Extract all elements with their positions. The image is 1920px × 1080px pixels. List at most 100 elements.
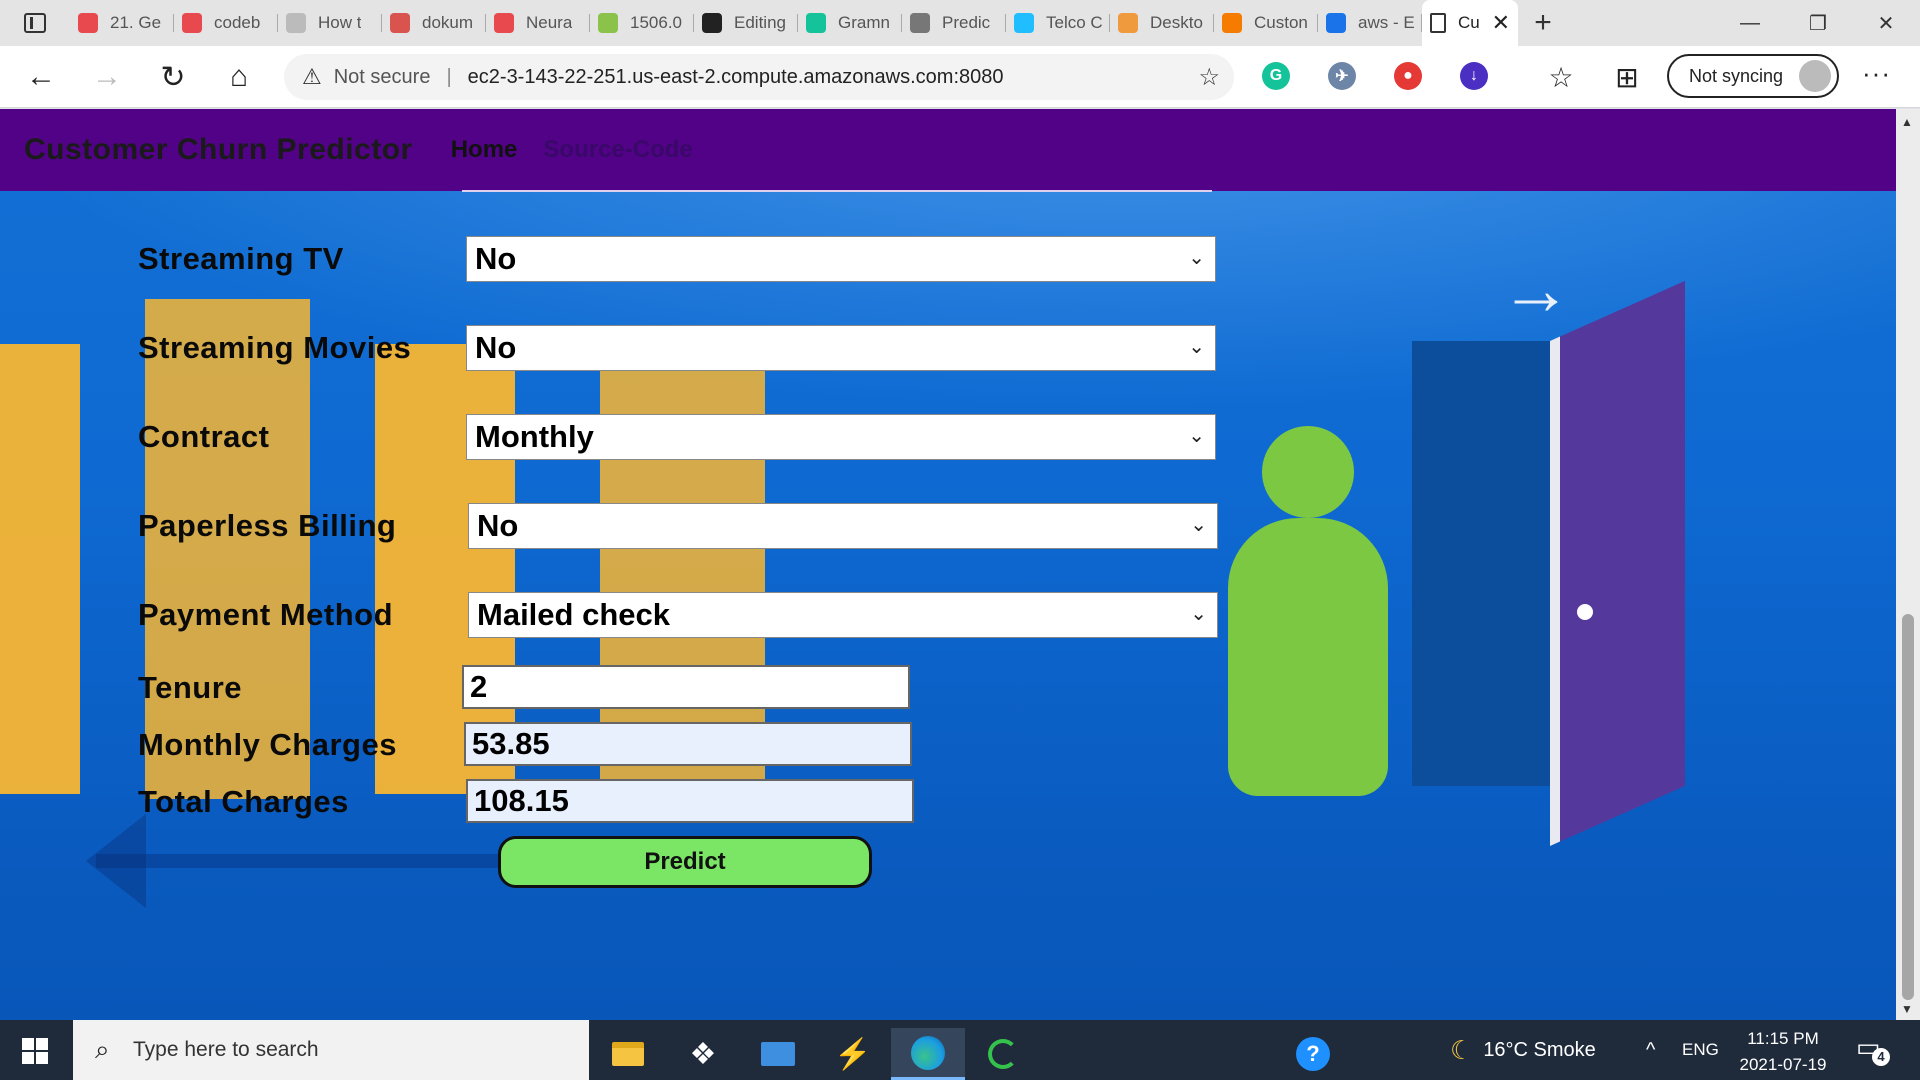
pen-app-icon[interactable]: ⚡ xyxy=(816,1028,890,1080)
chevron-down-icon: ⌄ xyxy=(1188,247,1205,269)
browser-tab[interactable]: Neura xyxy=(486,0,590,46)
monthly-charges-value: 53.85 xyxy=(472,726,550,761)
tab-title: Neura xyxy=(526,13,573,32)
address-bar[interactable]: ⚠ Not secure | ec2-3-143-22-251.us-east-… xyxy=(284,54,1234,100)
address-separator: | xyxy=(446,65,452,88)
monthly-charges-input[interactable]: 53.85 xyxy=(464,722,912,766)
payment-method-select[interactable]: Mailed check ⌄ xyxy=(468,592,1218,638)
total-charges-value: 108.15 xyxy=(474,783,569,818)
pokeball-extension-icon[interactable]: ● xyxy=(1394,62,1422,90)
browser-tab[interactable]: 21. Ge xyxy=(70,0,174,46)
browser-tab[interactable]: codeb xyxy=(174,0,278,46)
search-icon: ⌕ xyxy=(95,1034,110,1064)
show-hidden-icons-chevron-icon[interactable]: ^ xyxy=(1646,1020,1655,1080)
streaming-movies-value: No xyxy=(475,330,517,365)
scrollbar-thumb[interactable] xyxy=(1902,614,1914,1000)
browser-tab[interactable]: Deskto xyxy=(1110,0,1214,46)
scroll-down-icon[interactable]: ▼ xyxy=(1901,1002,1913,1016)
help-icon[interactable]: ? xyxy=(1276,1028,1350,1080)
restore-button[interactable]: ❐ xyxy=(1784,0,1852,46)
home-button[interactable]: ⌂ xyxy=(218,56,260,98)
grammarly-extension-icon[interactable]: G xyxy=(1262,62,1290,90)
profile-sync-button[interactable]: Not syncing xyxy=(1667,54,1839,98)
loading-app-icon[interactable] xyxy=(966,1028,1040,1080)
youtube-icon xyxy=(78,13,98,33)
file-explorer-icon[interactable] xyxy=(591,1028,665,1080)
contract-value: Monthly xyxy=(475,419,594,454)
contract-label: Contract xyxy=(138,419,270,454)
streaming-tv-value: No xyxy=(475,241,517,276)
tab-title: dokum xyxy=(422,13,474,32)
paperless-billing-value: No xyxy=(477,508,519,543)
satellite-extension-icon[interactable]: ✈ xyxy=(1328,62,1356,90)
url-text[interactable]: ec2-3-143-22-251.us-east-2.compute.amazo… xyxy=(468,66,1004,89)
nav-link-source-code[interactable]: Source-Code xyxy=(543,136,692,164)
chevron-down-icon: ⌄ xyxy=(1188,425,1205,447)
tenure-input[interactable]: 2 xyxy=(462,665,910,709)
payment-method-value: Mailed check xyxy=(477,597,670,632)
browser-tab[interactable]: Editing xyxy=(694,0,798,46)
edge-browser-icon[interactable] xyxy=(891,1028,965,1080)
browser-tab[interactable]: dokum xyxy=(382,0,486,46)
navbar-divider xyxy=(462,190,1212,192)
chevron-down-icon: ⌄ xyxy=(1188,336,1205,358)
total-charges-input[interactable]: 108.15 xyxy=(466,779,914,823)
arrow-right-icon: → xyxy=(1500,250,1572,330)
browser-tab[interactable]: Custon xyxy=(1214,0,1318,46)
youtube-icon xyxy=(182,13,202,33)
favorites-icon[interactable]: ☆ xyxy=(1540,56,1582,98)
browser-tab[interactable]: Predic xyxy=(902,0,1006,46)
browser-tab[interactable]: How t xyxy=(278,0,382,46)
notifications-icon[interactable]: ▭ 4 xyxy=(1856,1032,1890,1066)
app-brand[interactable]: Customer Churn Predictor xyxy=(24,133,413,167)
moon-icon: ☾ xyxy=(1450,1034,1474,1065)
browser-tab[interactable]: 1506.0 xyxy=(590,0,694,46)
streaming-tv-select[interactable]: No ⌄ xyxy=(466,236,1216,282)
security-status[interactable]: Not secure xyxy=(334,66,431,89)
streaming-movies-label: Streaming Movies xyxy=(138,330,412,365)
system-clock[interactable]: 11:15 PM 2021-07-19 xyxy=(1728,1026,1838,1078)
download-extension-icon[interactable]: ↓ xyxy=(1460,62,1488,90)
paperless-billing-select[interactable]: No ⌄ xyxy=(468,503,1218,549)
total-charges-label: Total Charges xyxy=(138,784,349,819)
add-favorite-icon[interactable]: ☆ xyxy=(1198,63,1220,92)
kaggle-icon xyxy=(1014,13,1034,33)
browser-tab[interactable]: Telco C xyxy=(1006,0,1110,46)
browser-tab[interactable]: aws - E xyxy=(1318,0,1422,46)
mail-icon[interactable] xyxy=(741,1028,815,1080)
page-scrollbar[interactable]: ▲ ▼ xyxy=(1896,109,1920,1020)
nav-link-home[interactable]: Home xyxy=(451,136,518,164)
taskbar-search-box[interactable]: ⌕ Type here to search xyxy=(73,1020,589,1080)
contract-select[interactable]: Monthly ⌄ xyxy=(466,414,1216,460)
predict-button[interactable]: Predict xyxy=(498,836,872,888)
tab-title: Predic xyxy=(942,13,991,32)
scroll-up-icon[interactable]: ▲ xyxy=(1901,115,1913,129)
tab-active[interactable]: Cu ✕ xyxy=(1422,0,1518,46)
tab-title: Gramn xyxy=(838,13,890,32)
windows-start-icon[interactable] xyxy=(14,1036,58,1066)
forward-button[interactable]: → xyxy=(86,56,128,98)
weather-widget[interactable]: ☾ 16°C Smoke xyxy=(1450,1020,1596,1080)
streaming-movies-select[interactable]: No ⌄ xyxy=(466,325,1216,371)
refresh-button[interactable]: ↻ xyxy=(152,56,194,98)
back-button[interactable]: ← xyxy=(20,56,62,98)
youtube-icon xyxy=(494,13,514,33)
close-tab-icon[interactable]: ✕ xyxy=(1492,10,1510,36)
close-window-button[interactable]: ✕ xyxy=(1852,0,1920,46)
clock-time: 11:15 PM xyxy=(1747,1029,1819,1048)
tab-title: Deskto xyxy=(1150,13,1203,32)
new-tab-button[interactable]: + xyxy=(1518,0,1568,46)
tab-title: Editing xyxy=(734,13,786,32)
tag-icon xyxy=(1222,13,1242,33)
tab-title: Telco C xyxy=(1046,13,1102,32)
more-menu-icon[interactable]: ··· xyxy=(1862,58,1891,89)
collections-icon[interactable]: ⊞ xyxy=(1606,56,1648,98)
document-icon xyxy=(286,13,306,33)
minimize-button[interactable]: — xyxy=(1716,0,1784,46)
language-indicator[interactable]: ENG xyxy=(1682,1020,1719,1080)
dropbox-icon[interactable]: ❖ xyxy=(666,1028,740,1080)
notification-count: 4 xyxy=(1872,1048,1890,1066)
tab-title: How t xyxy=(318,13,362,32)
tab-actions-menu-icon[interactable] xyxy=(0,0,70,46)
browser-tab[interactable]: Gramn xyxy=(798,0,902,46)
